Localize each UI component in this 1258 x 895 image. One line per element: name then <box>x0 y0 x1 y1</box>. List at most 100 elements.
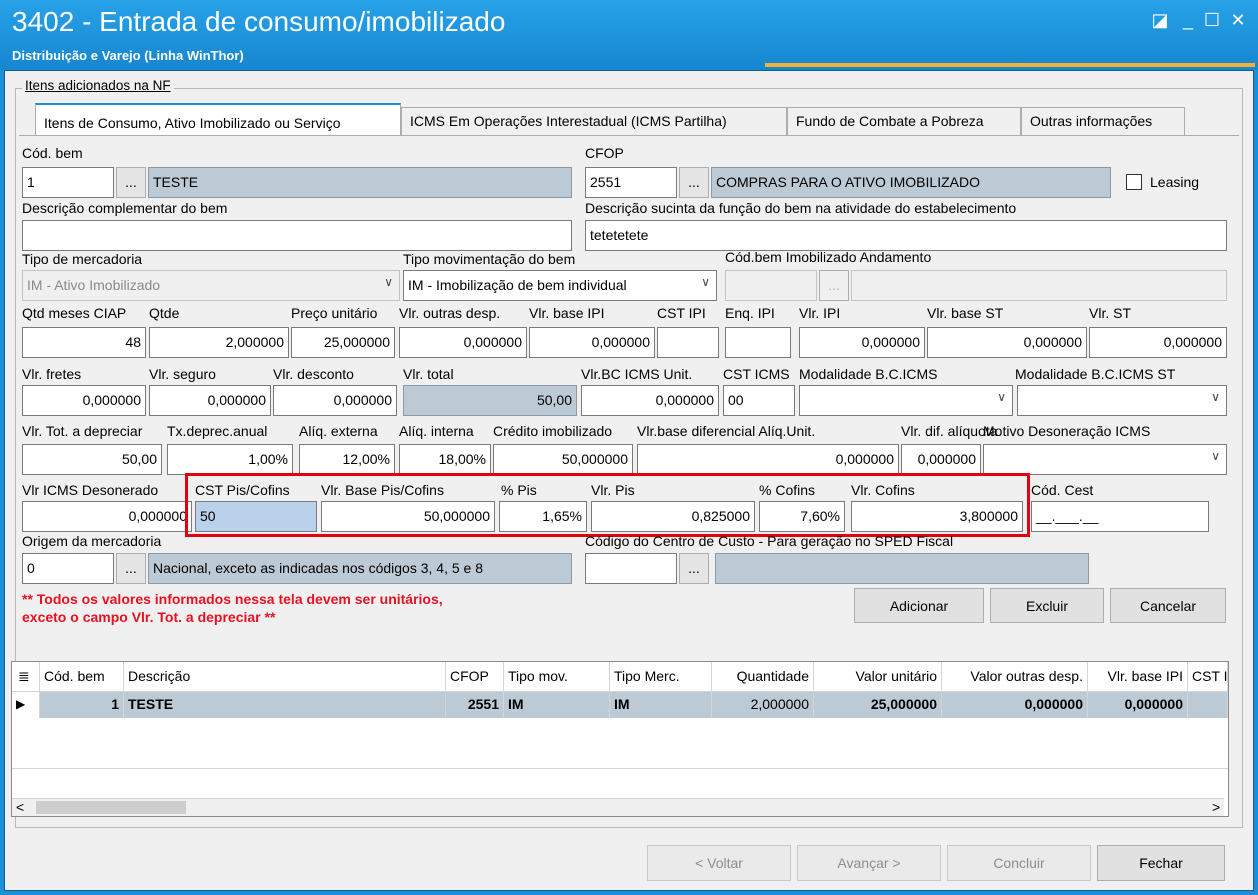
vlr-desconto-label: Vlr. desconto <box>273 366 354 382</box>
vlr-seguro-input[interactable]: 0,000000 <box>149 385 271 416</box>
vlr-base-ipi-input[interactable]: 0,000000 <box>529 327 655 358</box>
vlr-base-diferencial-input[interactable]: 0,000000 <box>637 444 899 475</box>
qtde-input[interactable]: 2,000000 <box>149 327 289 358</box>
cst-ipi-input[interactable] <box>657 327 719 358</box>
grid-corner-icon[interactable]: ≣ <box>12 662 40 692</box>
tab-icms-partilha[interactable]: ICMS Em Operações Interestadual (ICMS Pa… <box>401 107 787 135</box>
tx-deprec-anual-input[interactable]: 1,00% <box>167 444 293 475</box>
grid-header-tipo-mov[interactable]: Tipo mov. <box>504 662 610 692</box>
avancar-button[interactable]: Avançar > <box>797 845 941 881</box>
close-icon[interactable]: ✕ <box>1226 10 1250 31</box>
aliq-externa-input[interactable]: 12,00% <box>299 444 395 475</box>
vlr-dif-aliquota-input[interactable]: 0,000000 <box>901 444 981 475</box>
vlr-icms-desonerado-input[interactable]: 0,000000 <box>22 501 192 532</box>
cod-bem-andamento-input[interactable] <box>725 270 817 301</box>
centro-custo-label: Código do Centro de Custo - Para geração… <box>585 533 954 549</box>
minimize-icon[interactable]: _ <box>1176 10 1200 31</box>
centro-custo-description <box>715 553 1089 584</box>
centro-custo-input[interactable] <box>585 553 677 584</box>
origem-input[interactable]: 0 <box>22 553 114 584</box>
preco-unitario-label: Preço unitário <box>291 305 378 321</box>
grid-cell-cod-bem[interactable]: 1 <box>40 692 124 718</box>
qtd-meses-ciap-input[interactable]: 48 <box>22 327 146 358</box>
origem-lookup-button[interactable]: ... <box>116 553 146 584</box>
modalidade-bc-icms-select[interactable]: ∨ <box>799 385 1013 416</box>
grid-header-cfop[interactable]: CFOP <box>446 662 504 692</box>
grid-cell-cst-ipi[interactable] <box>1188 692 1228 718</box>
grid-cell-valor-outras-desp[interactable]: 0,000000 <box>942 692 1088 718</box>
vlr-total-label: Vlr. total <box>403 366 454 382</box>
vlr-desconto-input[interactable]: 0,000000 <box>273 385 397 416</box>
scroll-left-icon[interactable]: < <box>16 799 24 815</box>
grid-header-valor-outras-desp[interactable]: Valor outras desp. <box>942 662 1088 692</box>
grid-header-tipo-merc[interactable]: Tipo Merc. <box>610 662 712 692</box>
restore-icon[interactable]: ◪ <box>1148 10 1172 31</box>
vlr-total-field: 50,00 <box>403 385 577 416</box>
vlr-outras-desp-input[interactable]: 0,000000 <box>399 327 527 358</box>
tipo-mercadoria-select[interactable]: IM - Ativo Imobilizado ∨ <box>22 270 400 301</box>
scroll-right-icon[interactable]: > <box>1212 799 1220 815</box>
enq-ipi-input[interactable] <box>725 327 791 358</box>
vlr-ipi-input[interactable]: 0,000000 <box>799 327 925 358</box>
motivo-desoneracao-select[interactable]: ∨ <box>983 444 1227 475</box>
adicionar-button[interactable]: Adicionar <box>854 588 984 623</box>
descricao-complementar-input[interactable] <box>22 220 572 251</box>
grid-header-cod-bem[interactable]: Cód. bem <box>40 662 124 692</box>
grid-cell-tipo-merc[interactable]: IM <box>610 692 712 718</box>
grid-header-valor-unitario[interactable]: Valor unitário <box>814 662 942 692</box>
vlr-base-st-input[interactable]: 0,000000 <box>927 327 1087 358</box>
grid-header-descricao[interactable]: Descrição <box>124 662 446 692</box>
cancelar-button[interactable]: Cancelar <box>1110 588 1226 623</box>
aliq-interna-input[interactable]: 18,00% <box>399 444 491 475</box>
grid-cell-descricao[interactable]: TESTE <box>124 692 446 718</box>
cfop-lookup-button[interactable]: ... <box>679 167 709 198</box>
tab-fundo-pobreza[interactable]: Fundo de Combate a Pobreza <box>787 107 1021 135</box>
credito-imobilizado-input[interactable]: 50,000000 <box>493 444 633 475</box>
tab-itens-consumo[interactable]: Itens de Consumo, Ativo Imobilizado ou S… <box>35 103 401 136</box>
grid-cell-tipo-mov[interactable]: IM <box>504 692 610 718</box>
tab-outras-informacoes[interactable]: Outras informações <box>1021 107 1185 135</box>
items-grid[interactable]: ≣ Cód. bem Descrição CFOP Tipo mov. Tipo… <box>11 661 1229 817</box>
descricao-sucinta-label: Descrição sucinta da função do bem na at… <box>585 200 1017 216</box>
cod-bem-input[interactable]: 1 <box>22 167 114 198</box>
grid-header-cst-ipi[interactable]: CST I <box>1188 662 1228 692</box>
vlr-base-st-label: Vlr. base ST <box>927 305 1004 321</box>
chevron-down-icon: ∨ <box>384 275 393 289</box>
cod-bem-andamento-lookup-button[interactable]: ... <box>819 270 849 301</box>
cfop-input[interactable]: 2551 <box>585 167 677 198</box>
cfop-label: CFOP <box>585 145 624 161</box>
modalidade-bc-icms-st-select[interactable]: ∨ <box>1017 385 1227 416</box>
grid-header-vlr-base-ipi[interactable]: Vlr. base IPI <box>1088 662 1188 692</box>
aliq-interna-label: Alíq. interna <box>399 423 474 439</box>
tx-deprec-anual-label: Tx.deprec.anual <box>167 423 268 439</box>
concluir-button[interactable]: Concluir <box>947 845 1091 881</box>
voltar-button[interactable]: < Voltar <box>647 845 791 881</box>
preco-unitario-input[interactable]: 25,000000 <box>291 327 395 358</box>
centro-custo-lookup-button[interactable]: ... <box>679 553 709 584</box>
warning-line-2: exceto o campo Vlr. Tot. a depreciar ** <box>22 609 276 625</box>
tipo-movimentacao-select[interactable]: IM - Imobilização de bem individual ∨ <box>403 270 717 301</box>
vlr-bc-icms-unit-input[interactable]: 0,000000 <box>581 385 719 416</box>
maximize-icon[interactable]: ☐ <box>1200 10 1224 31</box>
cst-icms-input[interactable]: 00 <box>723 385 795 416</box>
vlr-st-input[interactable]: 0,000000 <box>1089 327 1227 358</box>
fechar-button[interactable]: Fechar <box>1097 845 1225 881</box>
grid-cell-quantidade[interactable]: 2,000000 <box>712 692 814 718</box>
vlr-seguro-label: Vlr. seguro <box>149 366 216 382</box>
grid-cell-valor-unitario[interactable]: 25,000000 <box>814 692 942 718</box>
vlr-base-diferencial-label: Vlr.base diferencial Alíq.Unit. <box>637 423 816 439</box>
grid-cell-cfop[interactable]: 2551 <box>446 692 504 718</box>
excluir-button[interactable]: Excluir <box>990 588 1104 623</box>
grid-horizontal-scrollbar[interactable]: < > <box>12 798 1224 816</box>
scroll-thumb[interactable] <box>36 801 186 814</box>
grid-cell-vlr-base-ipi[interactable]: 0,000000 <box>1088 692 1188 718</box>
vlr-ipi-label: Vlr. IPI <box>799 305 841 321</box>
grid-header-quantidade[interactable]: Quantidade <box>712 662 814 692</box>
descricao-sucinta-input[interactable]: tetetetete <box>585 220 1227 251</box>
vlr-base-ipi-label: Vlr. base IPI <box>529 305 605 321</box>
leasing-checkbox[interactable] <box>1126 174 1142 190</box>
vlr-fretes-input[interactable]: 0,000000 <box>22 385 146 416</box>
cod-bem-lookup-button[interactable]: ... <box>116 167 146 198</box>
cod-cest-input[interactable]: __.___.__ <box>1031 501 1209 532</box>
vlr-tot-depreciar-input[interactable]: 50,00 <box>22 444 162 475</box>
